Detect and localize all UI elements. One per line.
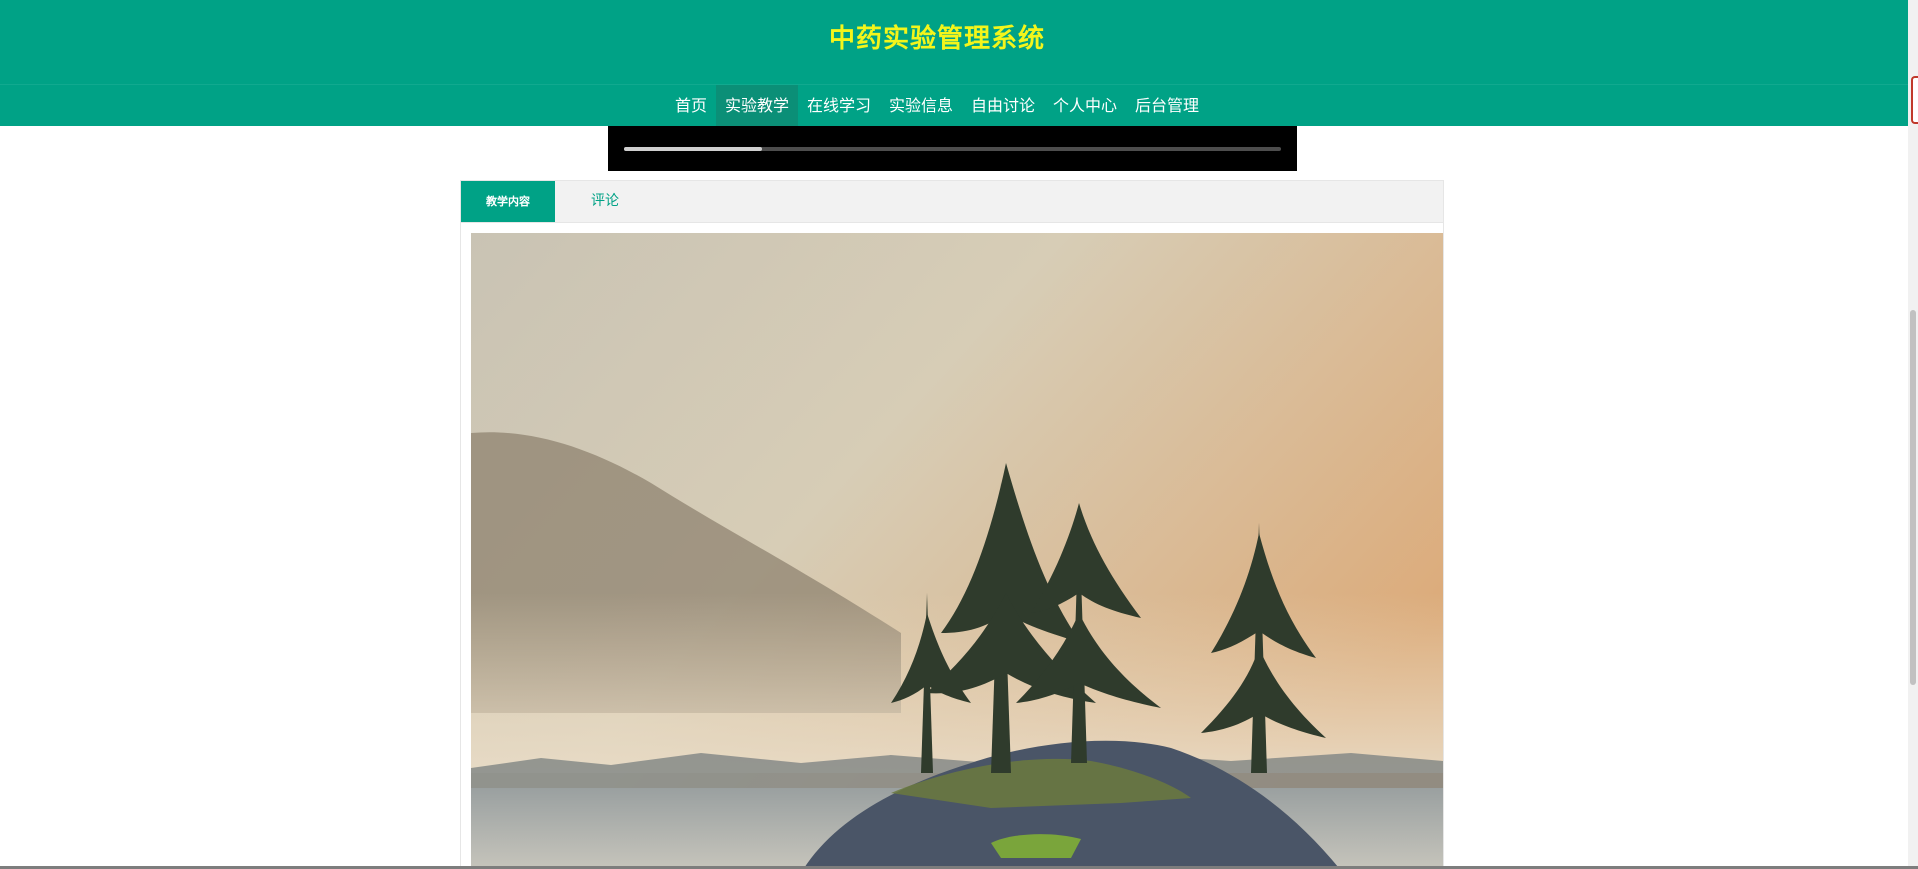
nav-item-personal-center[interactable]: 个人中心 <box>1044 85 1126 126</box>
site-title: 中药实验管理系统 <box>828 24 1045 54</box>
tab-teaching-content[interactable]: 教学内容 <box>461 181 555 222</box>
edge-marker <box>1911 76 1918 124</box>
site-header: 中药实验管理系统 首页 实验教学 在线学习 实验信息 自由讨论 个人中心 后台管… <box>0 0 1908 126</box>
landscape-image-icon <box>471 233 1443 869</box>
page: 中药实验管理系统 首页 实验教学 在线学习 实验信息 自由讨论 个人中心 后台管… <box>0 0 1918 869</box>
nav-item-admin[interactable]: 后台管理 <box>1126 85 1208 126</box>
nav-item-online-learning[interactable]: 在线学习 <box>798 85 880 126</box>
content-image <box>471 233 1443 869</box>
video-progress-bar[interactable] <box>624 147 1281 151</box>
nav-item-home[interactable]: 首页 <box>666 85 716 126</box>
main-nav: 首页 实验教学 在线学习 实验信息 自由讨论 个人中心 后台管理 <box>0 84 1908 126</box>
tabs-bar: 教学内容 评论 <box>461 181 1443 223</box>
scrollbar-thumb[interactable] <box>1910 310 1916 685</box>
tab-comments[interactable]: 评论 <box>555 181 655 222</box>
video-progress-fill <box>624 147 762 151</box>
nav-item-experiment-teaching[interactable]: 实验教学 <box>715 85 798 126</box>
content-tabs-panel: 教学内容 评论 <box>460 180 1444 869</box>
nav-item-experiment-info[interactable]: 实验信息 <box>880 85 962 126</box>
page-scrollbar[interactable] <box>1908 0 1918 869</box>
nav-item-free-discussion[interactable]: 自由讨论 <box>962 85 1044 126</box>
